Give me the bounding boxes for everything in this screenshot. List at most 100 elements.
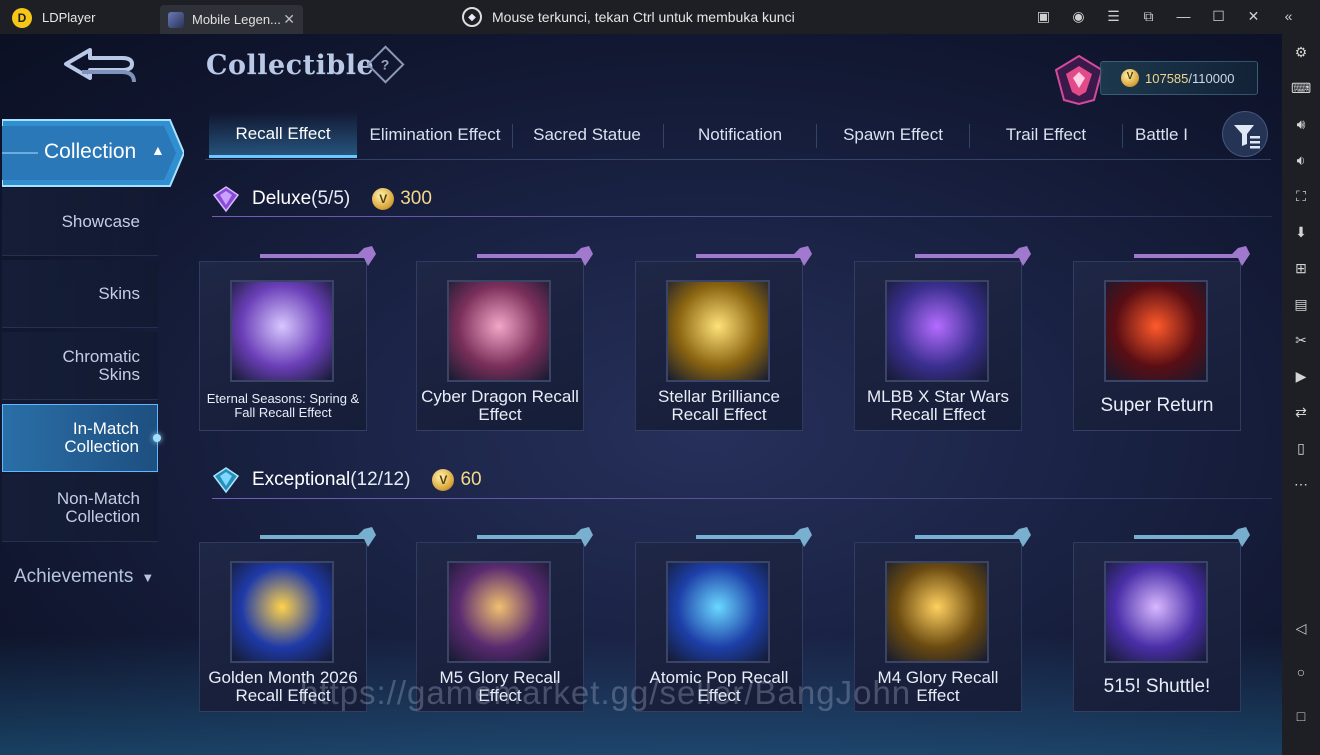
maximize-icon[interactable]: ☐ (1201, 8, 1236, 25)
currency-value: 107585 (1145, 70, 1189, 86)
nav-item-chromatic-skins[interactable]: Chromatic Skins (2, 332, 158, 400)
ldplayer-logo-icon: D (12, 8, 32, 28)
close-window-icon[interactable]: ✕ (1236, 8, 1271, 25)
watermark: https://gamemarket.gg/seller/BangJohn (300, 674, 912, 711)
nav-collection[interactable]: Collection ▲ (2, 118, 184, 188)
close-tab-icon[interactable]: ✕ (283, 11, 295, 28)
collectible-thumbnail (666, 561, 770, 663)
install-apk-icon[interactable]: ⬇ (1291, 222, 1311, 242)
section-price: 60 (460, 469, 482, 490)
record-video-icon[interactable]: ▶ (1291, 366, 1311, 386)
section-deluxe-header: Deluxe(5/5) 300 (212, 185, 1272, 213)
deluxe-gem-icon (212, 186, 240, 213)
mouse-lock-text: Mouse terkunci, tekan Ctrl untuk membuka… (492, 9, 795, 25)
volume-up-icon[interactable]: 🔊︎ (1291, 114, 1311, 134)
tab-spawn-effect[interactable]: Spawn Effect (818, 112, 968, 158)
mouse-lock-notice: ◆ Mouse terkunci, tekan Ctrl untuk membu… (462, 7, 795, 27)
tab-divider (663, 124, 664, 148)
exceptional-gem-icon (212, 467, 240, 494)
emulator-tab[interactable]: Mobile Legen... ✕ (160, 5, 303, 34)
collectible-thumbnail (1104, 561, 1208, 663)
game-screen: Collectible ? 107585 /110000 Collection … (0, 34, 1282, 755)
collectible-name: Eternal Seasons: Spring & Fall Recall Ef… (206, 391, 360, 420)
nav-item-label: Showcase (61, 211, 140, 231)
collectible-thumbnail (885, 561, 989, 663)
tab-label: Spawn Effect (843, 125, 943, 144)
filter-button[interactable] (1222, 111, 1268, 157)
android-home-icon[interactable]: ○ (1291, 662, 1311, 682)
screen-mode-icon[interactable]: ⧉ (1131, 8, 1166, 25)
android-back-icon[interactable]: ◁ (1291, 618, 1311, 638)
keyboard-icon[interactable]: ⌨ (1291, 78, 1311, 98)
menu-icon[interactable]: ☰ (1096, 8, 1131, 25)
nav-item-label: Skins (98, 283, 140, 303)
store-icon[interactable]: ▣ (1026, 8, 1061, 25)
collectible-name: Super Return (1100, 395, 1214, 416)
tab-label: Battle I (1135, 125, 1188, 144)
collapse-sidebar-icon[interactable]: « (1271, 8, 1306, 25)
chevron-up-icon: ▲ (151, 142, 165, 158)
emulator-sidebar: ⚙ ⌨ 🔊︎ 🔉︎ ⛶ ⬇ ⊞ ▤ ✂ ▶ ⇄ ▯ ⋯ ◁ ○ □ (1282, 34, 1320, 755)
collectible-card[interactable]: 515! Shuttle! (1073, 527, 1250, 712)
collectible-card[interactable]: Stellar Brilliance Recall Effect (635, 246, 812, 431)
card-ribbon-icon (696, 527, 812, 547)
section-price: 300 (400, 188, 432, 209)
tab-label: Trail Effect (1005, 125, 1087, 144)
nav-item-in-match-collection[interactable]: In-Match Collection (2, 404, 161, 472)
section-name: Exceptional (252, 469, 351, 490)
tab-trail-effect[interactable]: Trail Effect (971, 112, 1121, 158)
nav-collection-label: Collection (44, 140, 137, 163)
card-ribbon-icon (260, 246, 376, 266)
filter-icon (1234, 125, 1260, 149)
tab-label: Elimination Effect (369, 125, 501, 144)
tab-label: Sacred Statue (533, 125, 641, 144)
tab-recall-effect[interactable]: Recall Effect (209, 112, 357, 158)
more-icon[interactable]: ⋯ (1291, 474, 1311, 494)
collectible-card[interactable]: MLBB X Star Wars Recall Effect (854, 246, 1031, 431)
add-instance-icon[interactable]: ⊞ (1291, 258, 1311, 278)
nav-item-label: Chromatic Skins (62, 346, 140, 384)
emulator-tab-label: Mobile Legen... (192, 12, 281, 27)
card-ribbon-icon (1134, 246, 1250, 266)
tab-battle[interactable]: Battle I (1123, 112, 1211, 158)
nav-achievements-label: Achievements (14, 566, 134, 587)
tab-sacred-statue[interactable]: Sacred Statue (513, 112, 661, 158)
screenshot-icon[interactable]: ⛶ (1291, 186, 1311, 206)
card-ribbon-icon (477, 527, 593, 547)
collectible-thumbnail (885, 280, 989, 382)
section-title: Deluxe(5/5) (252, 188, 350, 210)
section-count: (5/5) (311, 188, 351, 209)
nav-item-label: Non-Match Collection (56, 488, 140, 526)
tab-elimination-effect[interactable]: Elimination Effect (360, 112, 510, 158)
collectible-thumbnail (230, 280, 334, 382)
account-icon[interactable]: ◉ (1061, 8, 1096, 25)
nav-item-skins[interactable]: Skins (2, 260, 158, 328)
shake-icon[interactable]: ▯ (1291, 438, 1311, 458)
back-arrow-icon[interactable] (60, 44, 140, 88)
collectible-thumbnail (447, 280, 551, 382)
tab-divider (816, 124, 817, 148)
collectible-card[interactable]: Eternal Seasons: Spring & Fall Recall Ef… (199, 246, 376, 431)
nav-achievements[interactable]: Achievements ▼ (14, 566, 154, 588)
sync-icon[interactable]: ⇄ (1291, 402, 1311, 422)
settings-gear-icon[interactable]: ⚙ (1291, 42, 1311, 62)
nav-item-non-match-collection[interactable]: Non-Match Collection (2, 474, 158, 542)
collectible-name: MLBB X Star Wars Recall Effect (866, 387, 1009, 424)
volume-down-icon[interactable]: 🔉︎ (1291, 150, 1311, 170)
emulator-titlebar: D LDPlayer Mobile Legen... ✕ ◆ Mouse ter… (0, 0, 1320, 34)
tab-notification[interactable]: Notification (665, 112, 815, 158)
apk-icon[interactable]: ▤ (1291, 294, 1311, 314)
card-ribbon-icon (915, 527, 1031, 547)
android-recents-icon[interactable]: □ (1291, 706, 1311, 726)
nav-item-showcase[interactable]: Showcase (2, 188, 158, 256)
collectible-card[interactable]: Super Return (1073, 246, 1250, 431)
help-icon: ? (381, 56, 390, 73)
minimize-icon[interactable]: — (1166, 8, 1201, 25)
card-ribbon-icon (696, 246, 812, 266)
scissors-icon[interactable]: ✂ (1291, 330, 1311, 350)
collectible-card[interactable]: Cyber Dragon Recall Effect (416, 246, 593, 431)
section-divider (212, 498, 1272, 499)
window-controls: ▣ ◉ ☰ ⧉ — ☐ ✕ « (1026, 8, 1306, 25)
medal-coin-icon (372, 188, 395, 210)
collectible-thumbnail (666, 280, 770, 382)
